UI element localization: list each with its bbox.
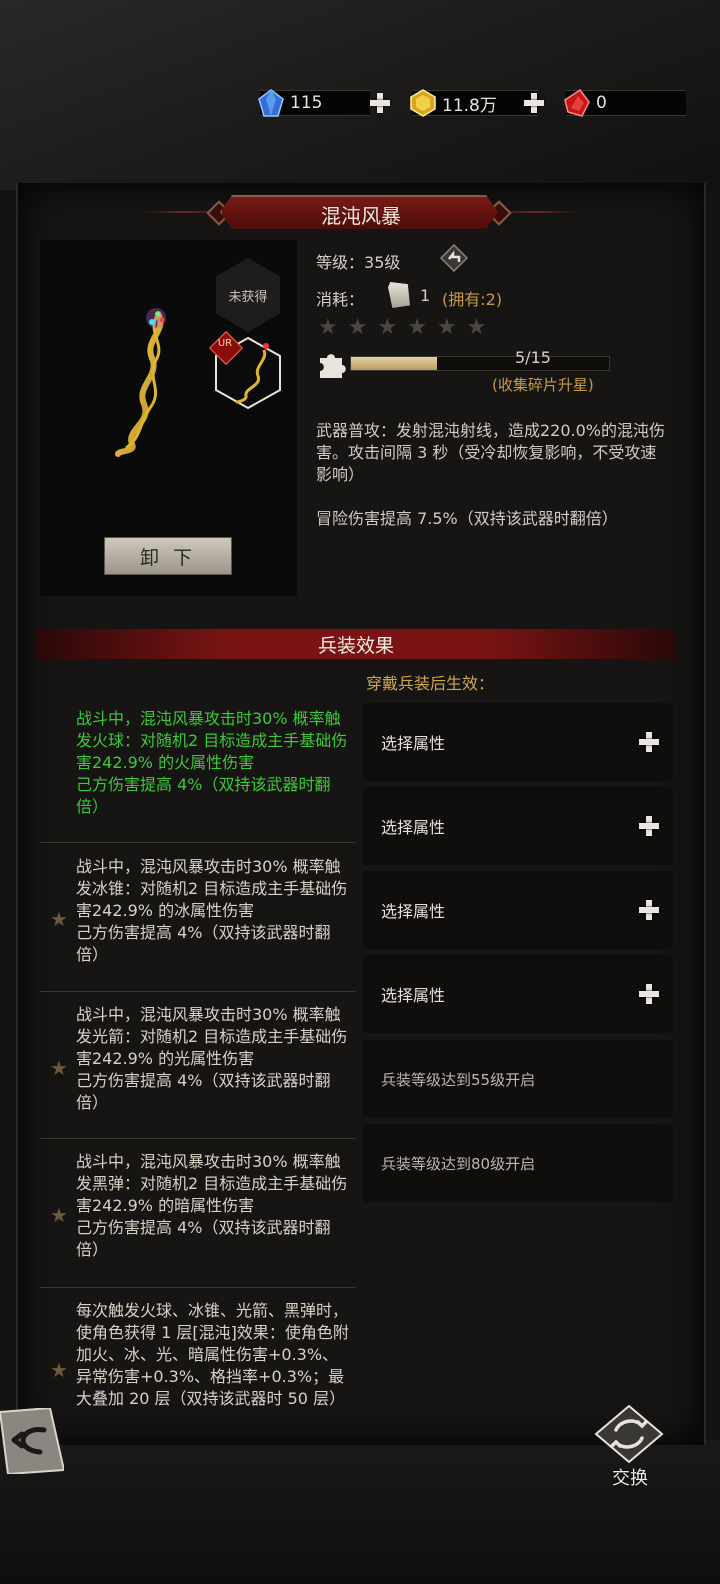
effect-text: 每次触发火球、冰锥、光箭、黑弹时，使角色获得 1 层[混沌]效果：使角色附加火、… (76, 1301, 349, 1408)
star-icon: ★ (466, 315, 487, 340)
effect-list: 战斗中，混沌风暴攻击时30% 概率触发火球：对随机2 目标造成主手基础伤害242… (40, 666, 356, 1440)
swap-label: 交换 (612, 1468, 648, 1489)
attribute-slot[interactable]: 选择属性 (363, 955, 673, 1033)
effect-text: 战斗中，混沌风暴攻击时30% 概率触发冰锥：对随机2 目标造成主手基础伤害242… (76, 857, 348, 964)
add-diamond-button[interactable] (368, 91, 392, 115)
ruby-counter: 0 (564, 88, 686, 118)
level-up-arrow-icon[interactable] (440, 244, 468, 272)
unload-label: 卸下 (139, 546, 206, 569)
slot-lock-label: 兵装等级达到55级开启 (381, 1070, 536, 1089)
weapon-name: 混沌风暴 (321, 203, 401, 228)
effect-text: 战斗中，混沌风暴攻击时30% 概率触发黑弹：对随机2 目标造成主手基础伤害242… (76, 1152, 348, 1259)
fragment-progress-bar (350, 356, 610, 371)
effects-title: 兵装效果 (317, 634, 394, 657)
star-icon: ★ (50, 1203, 68, 1227)
plus-icon (637, 898, 661, 922)
star-icon: ★ (407, 315, 427, 340)
diamond-amount: 115 (290, 93, 323, 113)
effect-item: 战斗中，混沌风暴攻击时30% 概率触发火球：对随机2 目标造成主手基础伤害242… (40, 666, 356, 843)
slot-label: 选择属性 (381, 734, 446, 753)
star-rating: ★ ★ ★ ★ ★ ★ (318, 317, 486, 339)
effect-item: ★ 每次触发火球、冰锥、光箭、黑弹时，使角色获得 1 层[混沌]效果：使角色附加… (40, 1288, 356, 1440)
level-label: 等级： (316, 253, 365, 272)
star-icon: ★ (50, 907, 68, 931)
star-icon: ★ (436, 315, 457, 340)
star-icon: ★ (377, 315, 398, 340)
star-icon: ★ (50, 1056, 68, 1080)
fragment-progress-fill (351, 357, 437, 370)
fragment-hint: (收集碎片升星) (492, 376, 594, 394)
gold-counter: 11.8万 (410, 88, 538, 118)
plus-icon (637, 814, 661, 838)
unowned-text: 未获得 (228, 289, 268, 305)
effect-text: 战斗中，混沌风暴攻击时30% 概率触发光箭：对随机2 目标造成主手基础伤害242… (76, 1005, 348, 1112)
diamond-icon (258, 89, 284, 117)
attribute-slot[interactable]: 选择属性 (363, 871, 673, 949)
level-value: 35级 (364, 253, 401, 272)
slot-label: 选择属性 (381, 818, 446, 837)
effects-header: 兵装效果 (36, 629, 676, 659)
plus-icon (637, 982, 661, 1006)
effect-text: 战斗中，混沌风暴攻击时30% 概率触发火球：对随机2 目标造成主手基础伤害242… (76, 709, 348, 816)
cost-label: 消耗： (316, 290, 365, 309)
slot-label: 选择属性 (381, 986, 446, 1005)
add-gold-button[interactable] (522, 91, 546, 115)
locked-slot: 兵装等级达到55级开启 (363, 1040, 673, 1118)
unload-button[interactable]: 卸下 (104, 537, 232, 575)
star-icon: ★ (347, 315, 368, 340)
effect-item: ★ 战斗中，混沌风暴攻击时30% 概率触发黑弹：对随机2 目标造成主手基础伤害2… (40, 1139, 356, 1288)
ruby-amount: 0 (596, 93, 607, 113)
fragment-count: 5/15 (515, 348, 551, 367)
cost-row: 消耗： (316, 286, 364, 310)
puzzle-piece-icon (320, 354, 346, 378)
effect-item: ★ 战斗中，混沌风暴攻击时30% 概率触发冰锥：对随机2 目标造成主手基础伤害2… (40, 843, 356, 992)
star-icon: ★ (50, 1358, 68, 1382)
attack-description: 武器普攻：发射混沌射线，造成220.0%的混沌伤害。攻击间隔 3 秒（受冷却恢复… (316, 421, 666, 484)
ur-rarity-label: UR (217, 338, 233, 349)
back-button[interactable] (0, 1408, 64, 1474)
owned-count: (拥有:2) (442, 290, 503, 309)
adventure-bonus-description: 冒险伤害提高 7.5%（双持该武器时翻倍） (316, 509, 618, 528)
weapon-name-title: 混沌风暴 (220, 195, 498, 229)
ruby-icon (564, 88, 590, 117)
diamond-counter: 115 (258, 88, 370, 118)
slot-label: 选择属性 (381, 902, 446, 921)
level-row: 等级：35级 (316, 249, 400, 273)
cost-value: 1 (420, 286, 431, 305)
plus-icon (637, 730, 661, 754)
gold-icon (410, 89, 436, 117)
gold-amount: 11.8万 (442, 95, 497, 116)
effect-item: ★ 战斗中，混沌风暴攻击时30% 概率触发光箭：对随机2 目标造成主手基础伤害2… (40, 992, 356, 1139)
swap-button[interactable] (594, 1404, 664, 1464)
wear-hint: 穿戴兵装后生效： (366, 674, 495, 693)
attribute-slot[interactable]: 选择属性 (363, 787, 673, 865)
slot-lock-label: 兵装等级达到80级开启 (381, 1154, 536, 1173)
star-icon: ★ (318, 315, 338, 340)
attribute-slot[interactable]: 选择属性 (363, 703, 673, 781)
locked-slot: 兵装等级达到80级开启 (363, 1124, 673, 1202)
